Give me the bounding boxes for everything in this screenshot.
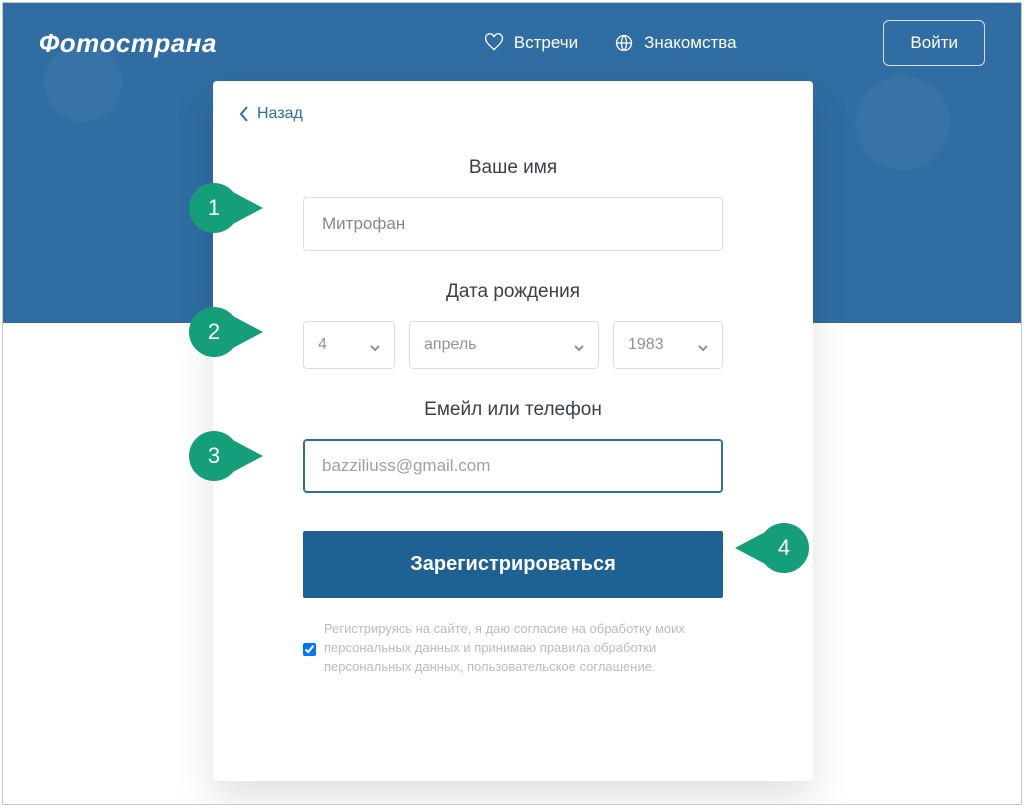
viewport: Фотострана Встречи Знакомства Войти Наза… <box>2 2 1022 805</box>
heart-icon <box>484 33 504 53</box>
back-label: Назад <box>257 105 303 123</box>
caret-down-icon <box>574 340 584 350</box>
caret-down-icon <box>370 340 380 350</box>
dob-day-select[interactable]: 4 <box>303 321 395 369</box>
caret-down-icon <box>698 340 708 350</box>
email-input[interactable] <box>303 439 723 493</box>
annotation-number: 4 <box>759 523 809 573</box>
dob-month-select[interactable]: апрель <box>409 321 599 369</box>
consent-checkbox[interactable] <box>303 622 316 677</box>
chevron-left-icon <box>239 106 249 122</box>
back-link[interactable]: Назад <box>239 105 303 123</box>
dob-label: Дата рождения <box>269 281 757 303</box>
dob-year-value: 1983 <box>628 336 664 354</box>
annotation-number: 3 <box>189 431 239 481</box>
nav-meet[interactable]: Встречи <box>484 33 578 53</box>
dob-day-value: 4 <box>318 336 327 354</box>
consent-text: Регистрируясь на сайте, я даю согласие н… <box>324 620 723 677</box>
brand-logo[interactable]: Фотострана <box>39 28 217 59</box>
signup-card: Назад Ваше имя Дата рождения 4 апрель 19… <box>213 81 813 781</box>
nav-dating-label: Знакомства <box>644 33 736 53</box>
annotation-number: 1 <box>189 183 239 233</box>
annotation-marker-2: 2 <box>189 307 275 357</box>
annotation-number: 2 <box>189 307 239 357</box>
name-label: Ваше имя <box>269 157 757 179</box>
globe-icon <box>614 33 634 53</box>
annotation-marker-3: 3 <box>189 431 275 481</box>
consent-row: Регистрируясь на сайте, я даю согласие н… <box>303 620 723 677</box>
email-label: Емейл или телефон <box>269 399 757 421</box>
dob-year-select[interactable]: 1983 <box>613 321 723 369</box>
nav-dating[interactable]: Знакомства <box>614 33 736 53</box>
nav-meet-label: Встречи <box>514 33 578 53</box>
submit-button[interactable]: Зарегистрироваться <box>303 531 723 598</box>
annotation-marker-1: 1 <box>189 183 275 233</box>
top-nav: Встречи Знакомства <box>484 33 737 53</box>
dob-month-value: апрель <box>424 336 477 354</box>
annotation-marker-4: 4 <box>723 523 809 573</box>
login-button[interactable]: Войти <box>883 20 985 66</box>
name-input[interactable] <box>303 197 723 251</box>
dob-row: 4 апрель 1983 <box>303 321 723 369</box>
top-bar: Фотострана Встречи Знакомства Войти <box>3 3 1021 83</box>
